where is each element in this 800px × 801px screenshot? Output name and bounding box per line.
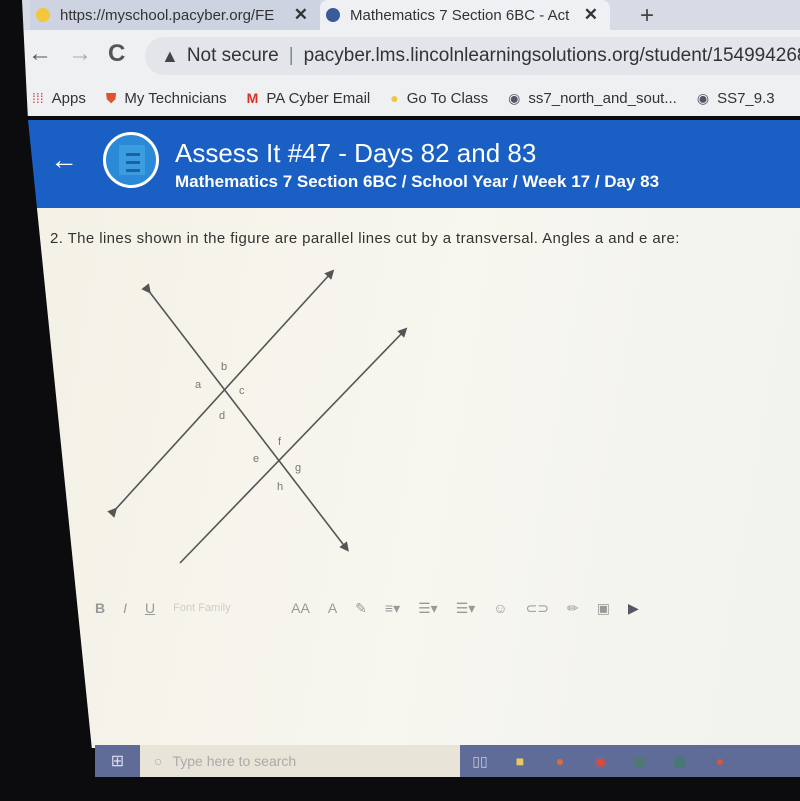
globe-icon: ◉ — [696, 89, 710, 106]
bookmark-label: PA Cyber Email — [266, 89, 371, 107]
highlighter-icon[interactable]: ✎ — [355, 600, 367, 617]
close-tab-icon[interactable]: ✕ — [294, 5, 308, 25]
pencil-icon[interactable]: ✏ — [567, 600, 579, 617]
link-icon[interactable]: ⊂⊃ — [526, 600, 549, 617]
powerpoint-icon[interactable]: ● — [700, 745, 740, 777]
breadcrumb: Mathematics 7 Section 6BC / School Year … — [175, 172, 660, 191]
windows-start-icon[interactable]: ⊞ — [95, 745, 140, 777]
bookmark-label: Go To Class — [406, 89, 489, 107]
image-icon[interactable]: ▣ — [597, 600, 610, 617]
globe-icon: ◉ — [508, 89, 521, 106]
bookmarks-bar: ⁞⁞⁞ Apps ⛊ My Technicians M PA Cyber Ema… — [0, 80, 800, 116]
font-color-button[interactable]: A — [328, 600, 337, 616]
video-icon[interactable]: ▶ — [628, 600, 639, 617]
tab-title: https://myschool.pacyber.org/FE — [60, 6, 275, 24]
angle-label-e: e — [253, 453, 259, 465]
excel-icon[interactable]: ▦ — [660, 745, 700, 777]
assessment-header: ← Assess It #47 - Days 82 and 83 Mathema… — [0, 120, 800, 208]
emoji-icon[interactable]: ☺ — [493, 600, 507, 616]
search-placeholder: Type here to search — [172, 753, 297, 769]
tab-mathematics[interactable]: Mathematics 7 Section 6BC - Act ✕ — [320, 0, 610, 30]
angle-label-f: f — [278, 436, 282, 448]
angle-label-c: c — [239, 385, 245, 397]
tab-myschool[interactable]: https://myschool.pacyber.org/FE ✕ — [30, 0, 320, 30]
parallel-line-1 — [107, 269, 335, 518]
shield-icon: ⛊ — [105, 89, 117, 106]
page-title: Assess It #47 - Days 82 and 83 — [175, 138, 537, 168]
bold-button[interactable]: B — [95, 600, 105, 616]
angle-label-d: d — [219, 410, 225, 422]
screen: https://myschool.pacyber.org/FE ✕ Mathem… — [0, 0, 800, 801]
bookmark-my-technicians[interactable]: ⛊ My Technicians — [106, 90, 227, 107]
bookmark-apps[interactable]: ⁞⁞⁞ Apps — [32, 90, 86, 107]
reload-button[interactable]: C — [108, 40, 125, 68]
browser-toolbar: ← → C ▲ Not secure | pacyber.lms.lincoln… — [0, 30, 800, 80]
new-tab-button[interactable]: + — [640, 2, 654, 30]
close-tab-icon[interactable]: ✕ — [584, 5, 598, 25]
align-icon[interactable]: ≡▾ — [385, 600, 400, 617]
tab-strip: https://myschool.pacyber.org/FE ✕ Mathem… — [0, 0, 800, 30]
bookmark-label: ss7_north_and_sout... — [528, 89, 677, 107]
task-view-icon[interactable]: ▯▯ — [460, 745, 500, 777]
file-explorer-icon[interactable]: ■ — [500, 745, 540, 777]
security-label: Not secure — [186, 45, 279, 66]
font-size-select[interactable]: AA — [291, 600, 310, 616]
angle-label-b: b — [221, 361, 227, 373]
taskbar-search[interactable]: ○ Type here to search — [140, 745, 460, 777]
bookmark-ss7-north-south[interactable]: ◉ ss7_north_and_sout... — [508, 90, 677, 107]
rich-text-toolbar: B I U Font Family AA A ✎ ≡▾ ☰▾ ☰▾ ☺ ⊂⊃ ✏… — [95, 593, 800, 623]
question-text: 2. The lines shown in the figure are par… — [50, 230, 680, 247]
font-family-select[interactable]: Font Family — [173, 602, 273, 614]
italic-button[interactable]: I — [123, 600, 127, 616]
parallel-lines-figure: a b c d e f g h — [107, 269, 408, 564]
question-panel: 2. The lines shown in the figure are par… — [30, 208, 800, 748]
firefox-icon[interactable]: ● — [540, 745, 580, 777]
bookmark-label: Apps — [51, 89, 86, 107]
bookmark-ss7-9-3[interactable]: ◉ SS7_9.3 — [697, 90, 775, 107]
lincoln-logo-icon — [326, 8, 340, 22]
search-icon: ○ — [154, 753, 163, 769]
back-arrow-icon[interactable]: ← — [50, 144, 78, 176]
angle-label-h: h — [277, 481, 283, 493]
ordered-list-icon[interactable]: ☰▾ — [418, 600, 438, 617]
lightbulb-icon — [36, 8, 50, 22]
lightbulb-icon: ● — [390, 90, 399, 106]
bookmark-label: SS7_9.3 — [717, 89, 775, 107]
unordered-list-icon[interactable]: ☰▾ — [456, 600, 476, 617]
parallel-line-2 — [179, 327, 408, 564]
tab-title: Mathematics 7 Section 6BC - Act — [350, 6, 570, 24]
chrome-icon[interactable]: ◉ — [580, 745, 620, 777]
transversal-line — [141, 283, 349, 552]
checklist-icon — [103, 132, 159, 188]
apps-grid-icon: ⁞⁞⁞ — [32, 90, 44, 106]
windows-taskbar: ⊞ ○ Type here to search ▯▯ ■ ● ◉ ▦ ▦ ● — [95, 745, 800, 777]
angle-label-g: g — [295, 462, 301, 474]
address-bar[interactable]: ▲ Not secure | pacyber.lms.lincolnlearni… — [145, 37, 800, 75]
bookmark-go-to-class[interactable]: ● Go To Class — [390, 90, 488, 107]
back-button[interactable]: ← — [28, 40, 52, 68]
warning-icon: ▲ — [161, 45, 179, 66]
divider: | — [288, 45, 294, 66]
angle-label-a: a — [195, 379, 202, 391]
url-text: pacyber.lms.lincolnlearningsolutions.org… — [303, 45, 800, 66]
underline-button[interactable]: U — [145, 600, 155, 616]
forward-button[interactable]: → — [68, 40, 92, 68]
bookmark-pa-cyber-email[interactable]: M PA Cyber Email — [247, 90, 371, 107]
gmail-icon: M — [246, 90, 259, 106]
word-icon[interactable]: ▦ — [620, 745, 660, 777]
bookmark-label: My Technicians — [124, 89, 227, 107]
